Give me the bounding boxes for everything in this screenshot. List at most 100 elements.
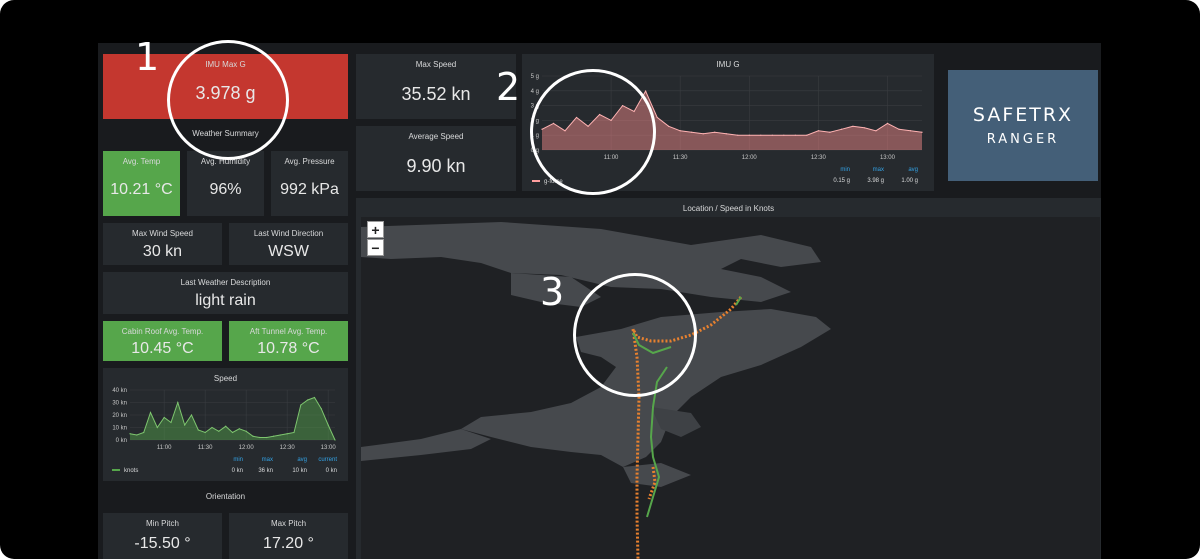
data-point xyxy=(656,116,658,119)
y-tick-label: 2 g xyxy=(531,118,539,124)
data-point xyxy=(211,426,213,429)
data-point xyxy=(143,431,145,434)
panel-value: -15.50 ° xyxy=(134,535,191,552)
max-wind-speed-panel: Max Wind Speed 30 kn xyxy=(103,223,222,265)
dashboard: IMU Max G 3.978 g Weather Summary Avg. T… xyxy=(98,43,1101,559)
panel-value: 10.45 °C xyxy=(131,340,194,357)
panel-title: Max Pitch xyxy=(270,519,307,528)
stat-value-avg: 1.00 g xyxy=(901,178,918,184)
data-point xyxy=(327,424,329,426)
logo-line-1: SAFETRX xyxy=(972,104,1074,126)
y-tick-label: 10 kn xyxy=(112,426,127,432)
max-pitch-panel: Max Pitch 17.20 ° xyxy=(229,513,348,559)
data-point xyxy=(714,131,716,133)
panel-title: Max Wind Speed xyxy=(132,229,193,238)
zoom-in-button[interactable]: + xyxy=(367,221,384,238)
panel-value: 17.20 ° xyxy=(263,535,314,552)
data-point xyxy=(564,130,566,132)
panel-title: Max Speed xyxy=(415,60,457,69)
data-point xyxy=(272,435,275,437)
weather-description-panel: Last Weather Description light rain xyxy=(103,272,348,314)
series-area xyxy=(130,397,335,440)
data-point xyxy=(238,428,240,430)
x-tick-label: 12:30 xyxy=(280,445,296,451)
panel-value: 9.90 kn xyxy=(406,156,466,176)
y-tick-label: 0 g xyxy=(531,148,539,154)
legend-label: g-force xyxy=(544,179,563,185)
data-point xyxy=(245,430,247,432)
stat-value-avg: 10 kn xyxy=(292,468,307,474)
data-point xyxy=(725,133,727,135)
stat-value-max: 3.98 g xyxy=(867,178,884,184)
data-point xyxy=(320,408,322,410)
data-point xyxy=(225,425,227,427)
x-tick-label: 11:00 xyxy=(157,445,172,451)
y-tick-label: 30 kn xyxy=(112,401,127,407)
stat-header-avg: avg xyxy=(297,457,307,463)
panel-title: Average Speed xyxy=(408,132,464,141)
imu-legend: g-force xyxy=(532,179,563,185)
panel-value: 10.21 °C xyxy=(110,181,173,198)
annotation-number-1: 1 xyxy=(135,35,160,79)
data-point xyxy=(587,125,589,127)
panel-value: 96% xyxy=(209,181,242,198)
data-point xyxy=(575,116,578,119)
data-point xyxy=(633,110,635,113)
panel-value: WSW xyxy=(268,243,309,260)
device-frame: IMU Max G 3.978 g Weather Summary Avg. T… xyxy=(0,0,1200,559)
stat-header-current: current xyxy=(318,457,337,463)
data-point xyxy=(307,399,309,401)
panel-title: Cabin Roof Avg. Temp. xyxy=(121,327,204,336)
panel-value: light rain xyxy=(195,292,256,309)
data-point xyxy=(293,431,295,434)
x-tick-label: 13:00 xyxy=(321,445,337,451)
weather-summary-heading: Weather Summary xyxy=(192,129,259,138)
legend-swatch xyxy=(112,469,120,472)
x-tick-label: 11:30 xyxy=(198,445,213,451)
panel-value: 35.52 kn xyxy=(401,84,471,104)
panel-title: Last Weather Description xyxy=(180,278,271,287)
zoom-out-button[interactable]: − xyxy=(367,239,384,256)
avg-temp-panel: Avg. Temp 10.21 °C xyxy=(103,151,180,216)
data-point xyxy=(313,396,316,399)
x-tick-label: 12:00 xyxy=(742,155,758,161)
y-tick-label: 1 g xyxy=(531,133,539,139)
map-canvas[interactable] xyxy=(361,217,1100,559)
data-point xyxy=(909,130,912,132)
data-point xyxy=(852,125,854,127)
data-point xyxy=(259,436,261,439)
data-point xyxy=(552,122,555,124)
avg-pressure-panel: Avg. Pressure 992 kPa xyxy=(271,151,348,216)
avg-humidity-panel: Avg. Humidity 96% xyxy=(187,151,264,216)
data-point xyxy=(737,134,739,136)
data-point xyxy=(197,429,199,431)
data-point xyxy=(177,401,179,404)
y-tick-label: 4 g xyxy=(531,89,539,95)
data-point xyxy=(817,130,819,132)
min-pitch-panel: Min Pitch -15.50 ° xyxy=(103,513,222,559)
panel-value: 3.978 g xyxy=(195,83,256,103)
x-tick-label: 12:30 xyxy=(811,155,827,161)
data-point xyxy=(886,122,889,124)
cabin-roof-temp-panel: Cabin Roof Avg. Temp. 10.45 °C xyxy=(103,321,222,361)
annotation-number-2: 2 xyxy=(496,65,521,109)
legend-swatch xyxy=(532,180,540,183)
aft-tunnel-temp-panel: Aft Tunnel Avg. Temp. 10.78 °C xyxy=(229,321,348,361)
data-point xyxy=(266,436,268,439)
panel-title: Avg. Temp xyxy=(122,157,161,166)
map-panel: Location / Speed in Knots + − xyxy=(356,198,1101,559)
stat-header-min: min xyxy=(233,457,243,463)
data-point xyxy=(163,416,165,419)
panel-title: Min Pitch xyxy=(146,519,179,528)
data-point xyxy=(645,90,647,92)
data-point xyxy=(136,434,138,436)
data-point xyxy=(252,435,254,437)
data-point xyxy=(806,134,808,136)
max-speed-panel: Max Speed 35.52 kn xyxy=(356,54,516,119)
data-point xyxy=(231,431,234,434)
logo-line-2: RANGER xyxy=(986,132,1060,147)
x-tick-label: 13:00 xyxy=(880,155,896,161)
map-land xyxy=(361,217,1100,559)
data-point xyxy=(921,131,923,133)
x-tick-label: 11:00 xyxy=(604,155,619,161)
